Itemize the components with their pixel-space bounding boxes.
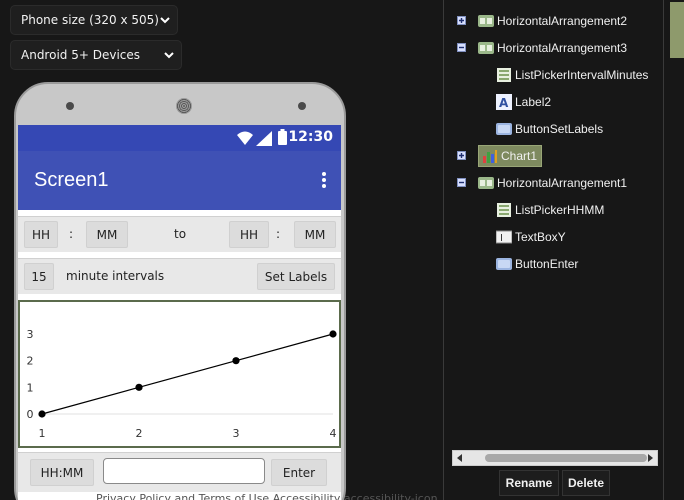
data-point (232, 357, 240, 365)
line-chart: 1 2 3 40123 (27, 328, 337, 440)
camera-icon (66, 102, 74, 110)
textbox-icon: I (495, 229, 513, 245)
scroll-left-icon[interactable] (456, 454, 464, 462)
tree-item-label: HorizontalArrangement2 (497, 14, 628, 28)
device-label: Android 5+ Devices (21, 48, 141, 62)
tree-item-label: HorizontalArrangement1 (497, 176, 628, 190)
scroll-right-icon[interactable] (646, 454, 654, 462)
chevron-down-icon (160, 17, 170, 24)
set-labels-button[interactable]: Set Labels (257, 263, 335, 290)
tree-item-label: Label2 (515, 95, 552, 109)
tree-item-label: HorizontalArrangement3 (497, 41, 628, 55)
list-picker-hhmm[interactable]: HH:MM (30, 459, 94, 486)
wifi-icon (237, 131, 253, 145)
button-icon (496, 121, 512, 137)
tree-horizontal-scrollbar[interactable] (452, 450, 658, 466)
chart1[interactable]: 12340123 (18, 300, 341, 448)
tree-item-label: TextBoxY (515, 230, 566, 244)
component-tree: HorizontalArrangement2 HorizontalArrangem… (448, 0, 662, 470)
tree-item-buttonenter[interactable]: ButtonEnter (496, 253, 578, 275)
svg-text:A: A (499, 96, 509, 110)
horizontal-arrangement-intervals: 15 minute intervals Set Labels (18, 258, 341, 294)
scrollbar-thumb[interactable] (485, 454, 647, 462)
series-line (41, 333, 334, 415)
tree-item-listpickerintervalminutes[interactable]: ListPickerIntervalMinutes (496, 64, 648, 86)
tree-item-label2[interactable]: A Label2 (496, 91, 551, 113)
delete-button[interactable]: Delete (562, 470, 610, 496)
tree-item-horizontalarrangement3[interactable]: HorizontalArrangement3 (478, 37, 627, 59)
tree-item-horizontalarrangement1[interactable]: HorizontalArrangement1 (478, 172, 627, 194)
mm-picker-1[interactable]: MM (86, 221, 128, 248)
data-point (135, 383, 143, 391)
y-tick-label: 2 (27, 355, 34, 368)
interval-label: minute intervals (66, 269, 165, 283)
panel-divider (663, 0, 664, 500)
y-tick-label: 0 (27, 408, 34, 421)
listpicker-icon (496, 202, 512, 218)
tree-item-label: ButtonEnter (515, 257, 579, 271)
properties-panel-edge (670, 2, 684, 58)
list-picker-interval-minutes[interactable]: 15 (24, 263, 54, 290)
tree-item-chart1[interactable]: Chart1 (478, 145, 543, 167)
designer-viewer: Phone size (320 x 505) Android 5+ Device… (0, 0, 684, 500)
mm-picker-2[interactable]: MM (294, 221, 336, 248)
colon-label-1: : (69, 227, 74, 241)
svg-text:I: I (500, 233, 503, 244)
tree-item-label: Chart1 (501, 149, 538, 163)
battery-icon (278, 129, 287, 145)
label-icon: A (496, 94, 512, 110)
tree-item-listpickerhhmm[interactable]: ListPickerHHMM (496, 199, 604, 221)
status-bar: 12:30 (18, 125, 341, 151)
button-icon (496, 256, 512, 272)
footer-links: Privacy Policy and Terms of Use Accessib… (96, 492, 438, 500)
textbox-y[interactable] (103, 458, 265, 484)
arrangement-icon (478, 175, 494, 191)
enter-button[interactable]: Enter (271, 459, 327, 486)
y-tick-label: 1 (27, 381, 34, 394)
speaker-icon (176, 98, 192, 114)
app-bar: Screen1 (18, 151, 341, 210)
y-tick-label: 3 (27, 328, 34, 341)
rename-button[interactable]: Rename (499, 470, 559, 496)
x-tick-label: 1 (39, 427, 46, 440)
collapse-icon[interactable] (457, 43, 466, 52)
tree-item-horizontalarrangement2[interactable]: HorizontalArrangement2 (478, 10, 627, 32)
arrangement-icon (478, 40, 494, 56)
phone-screen: 12:30 Screen1 HH : MM to HH : MM 15 minu… (18, 125, 341, 500)
device-dropdown[interactable]: Android 5+ Devices (10, 40, 182, 70)
tree-item-label: ListPickerIntervalMinutes (515, 68, 649, 82)
phone-size-dropdown[interactable]: Phone size (320 x 505) (10, 5, 178, 35)
data-point (329, 330, 337, 338)
tree-item-label: ListPickerHHMM (515, 203, 605, 217)
phone-size-label: Phone size (320 x 505) (21, 13, 159, 27)
horizontal-arrangement-time-range: HH : MM to HH : MM (18, 216, 341, 252)
colon-label-2: : (276, 227, 281, 241)
hh-picker-2[interactable]: HH (229, 221, 269, 248)
screen-title: Screen1 (34, 169, 109, 191)
expand-icon[interactable] (457, 151, 466, 160)
x-tick-label: 2 (136, 427, 143, 440)
hh-picker-1[interactable]: HH (24, 221, 58, 248)
x-tick-label: 4 (330, 427, 337, 440)
signal-icon (256, 131, 272, 146)
arrangement-icon (478, 13, 494, 29)
status-time: 12:30 (288, 129, 333, 145)
sensor-icon (298, 102, 306, 110)
panel-divider (443, 0, 444, 500)
tree-item-textboxy[interactable]: I TextBoxY (495, 226, 566, 248)
tree-item-buttonsetlabels[interactable]: ButtonSetLabels (496, 118, 603, 140)
chevron-down-icon (164, 52, 174, 59)
tree-item-label: ButtonSetLabels (515, 122, 604, 136)
collapse-icon[interactable] (457, 178, 466, 187)
x-tick-label: 3 (233, 427, 240, 440)
more-vert-icon[interactable] (321, 171, 327, 189)
expand-icon[interactable] (457, 16, 466, 25)
chart-icon (482, 148, 498, 164)
to-label: to (174, 227, 187, 241)
data-point (38, 410, 46, 418)
listpicker-icon (496, 67, 512, 83)
